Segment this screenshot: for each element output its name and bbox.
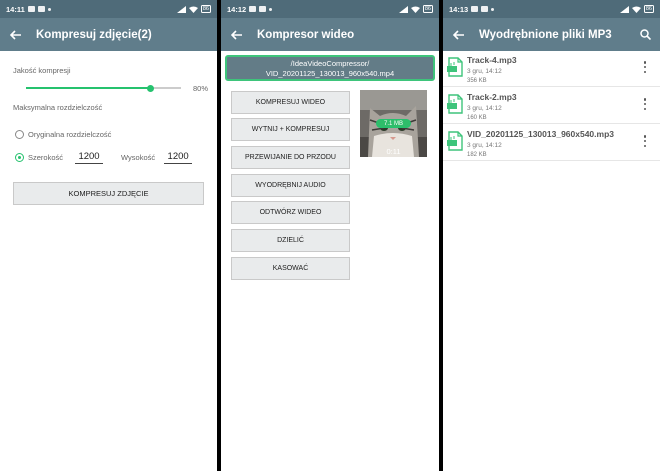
file-date: 3 gru, 14:12 — [467, 105, 502, 112]
compress-image-screen: 14:11 86 Kompresuj zdjęcie(2) Jakość kom… — [0, 0, 217, 471]
search-icon[interactable] — [638, 28, 652, 42]
notification-icon — [47, 7, 51, 11]
back-arrow-icon[interactable] — [8, 28, 22, 42]
file-name: VID_20201125_130013_960x540.mp3 — [467, 129, 614, 139]
list-item[interactable]: Track-2.mp3 3 gru, 14:12 160 KB — [443, 88, 660, 124]
back-arrow-icon[interactable] — [451, 28, 465, 42]
quality-slider-fill — [26, 87, 150, 89]
file-name: Track-4.mp3 — [467, 55, 517, 65]
app-bar: Kompresuj zdjęcie(2) — [0, 18, 217, 51]
signal-icon — [176, 5, 186, 13]
video-path-folder: /IdeaVideoCompressor/ — [290, 59, 370, 68]
file-size: 356 KB — [467, 78, 487, 84]
status-time: 14:11 — [6, 4, 25, 14]
video-compressor-screen: 14:12 86 Kompresor wideo /IdeaVideoCompr… — [221, 0, 439, 471]
mp3-file-icon — [447, 131, 463, 151]
message-icon — [249, 6, 257, 12]
notification-icon — [269, 7, 273, 11]
message-icon — [27, 6, 35, 12]
battery-icon: 86 — [643, 5, 654, 13]
status-bar: 14:11 86 — [0, 0, 217, 18]
more-menu-icon[interactable] — [643, 61, 647, 73]
custom-resolution-option[interactable]: Szerokość 1200 Wysokość 1200 — [15, 151, 193, 164]
list-item[interactable]: Track-4.mp3 3 gru, 14:12 356 KB — [443, 51, 660, 87]
split-button[interactable]: DZIELIĆ — [231, 229, 350, 252]
height-label: Wysokość — [121, 153, 156, 162]
battery-icon: 86 — [200, 5, 211, 13]
status-bar: 14:13 86 — [443, 0, 660, 18]
app-bar: Wyodrębnione pliki MP3 — [443, 18, 660, 51]
max-resolution-label: Maksymalna rozdzielczość — [13, 103, 103, 112]
quality-percent: 80% — [193, 84, 209, 93]
original-resolution-label: Oryginalna rozdzielczość — [28, 130, 112, 139]
file-size: 182 KB — [467, 152, 487, 158]
image-icon — [481, 6, 489, 12]
play-video-button[interactable]: ODTWÓRZ WIDEO — [231, 201, 350, 224]
mp3-file-icon — [447, 94, 463, 114]
video-size-badge: 7.1 MB — [376, 119, 411, 128]
image-icon — [37, 6, 45, 12]
page-title: Wyodrębnione pliki MP3 — [479, 28, 612, 41]
radio-custom[interactable] — [15, 153, 24, 162]
back-arrow-icon[interactable] — [229, 28, 243, 42]
file-date: 3 gru, 14:12 — [467, 68, 502, 75]
radio-original[interactable] — [15, 130, 24, 139]
status-time: 14:13 — [449, 4, 469, 14]
file-name: Track-2.mp3 — [467, 92, 517, 102]
file-size: 160 KB — [467, 115, 487, 121]
video-path-box[interactable]: /IdeaVideoCompressor/ VID_20201125_13001… — [225, 55, 435, 81]
compress-image-button[interactable]: KOMPRESUJ ZDJĘCIE — [13, 182, 204, 205]
page-title: Kompresuj zdjęcie(2) — [36, 28, 152, 41]
signal-icon — [398, 5, 408, 13]
quality-slider[interactable] — [26, 84, 181, 92]
signal-icon — [619, 5, 629, 13]
status-bar: 14:12 86 — [221, 0, 439, 18]
video-thumbnail[interactable]: 7.1 MB 0:11 — [360, 90, 427, 157]
status-time: 14:12 — [227, 4, 247, 14]
delete-button[interactable]: KASOWAĆ — [231, 257, 350, 280]
video-duration: 0:11 — [386, 147, 401, 156]
file-date: 3 gru, 14:12 — [467, 142, 502, 149]
page-title: Kompresor wideo — [257, 28, 355, 41]
fast-forward-button[interactable]: PRZEWIJANIE DO PRZODU — [231, 146, 350, 169]
extracted-mp3-screen: 14:13 86 Wyodrębnione pliki MP3 Track-4.… — [443, 0, 660, 471]
quality-slider-thumb[interactable] — [146, 84, 154, 92]
message-icon — [471, 6, 479, 12]
height-input[interactable]: 1200 — [164, 151, 193, 164]
image-icon — [259, 6, 267, 12]
extract-audio-button[interactable]: WYODRĘBNIJ AUDIO — [231, 174, 350, 197]
mp3-file-icon — [447, 57, 463, 77]
wifi-icon — [410, 6, 420, 13]
battery-icon: 86 — [422, 5, 433, 13]
video-path-file: VID_20201125_130013_960x540.mp4 — [265, 69, 395, 78]
wifi-icon — [631, 6, 641, 13]
list-item[interactable]: VID_20201125_130013_960x540.mp3 3 gru, 1… — [443, 125, 660, 161]
wifi-icon — [188, 6, 198, 13]
more-menu-icon[interactable] — [643, 98, 647, 110]
notification-icon — [491, 7, 495, 11]
width-input[interactable]: 1200 — [75, 151, 104, 164]
more-menu-icon[interactable] — [643, 135, 647, 147]
width-label: Szerokość — [28, 153, 64, 162]
original-resolution-option[interactable]: Oryginalna rozdzielczość — [15, 130, 111, 139]
compress-video-button[interactable]: KOMPRESUJ WIDEO — [231, 91, 350, 114]
app-bar: Kompresor wideo — [221, 18, 439, 51]
cut-compress-button[interactable]: WYTNIJ + KOMPRESUJ — [231, 118, 350, 141]
quality-label: Jakość kompresji — [13, 66, 71, 75]
